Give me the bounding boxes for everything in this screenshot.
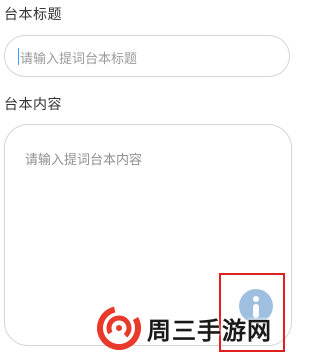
watermark: 周三手游网 — [97, 305, 272, 351]
text-caret — [18, 48, 19, 65]
title-label: 台本标题 — [4, 7, 62, 23]
content-placeholder: 请输入提词台本内容 — [25, 153, 143, 168]
title-placeholder: 请输入提词台本标题 — [20, 52, 138, 67]
content-label: 台本内容 — [4, 97, 62, 113]
title-input[interactable]: 请输入提词台本标题 — [4, 35, 290, 77]
watermark-logo-icon — [97, 306, 141, 350]
watermark-text: 周三手游网 — [147, 316, 272, 345]
teleprompter-script-form: 台本标题 请输入提词台本标题 台本内容 请输入提词台本内容 周三手游网 — [0, 0, 298, 352]
